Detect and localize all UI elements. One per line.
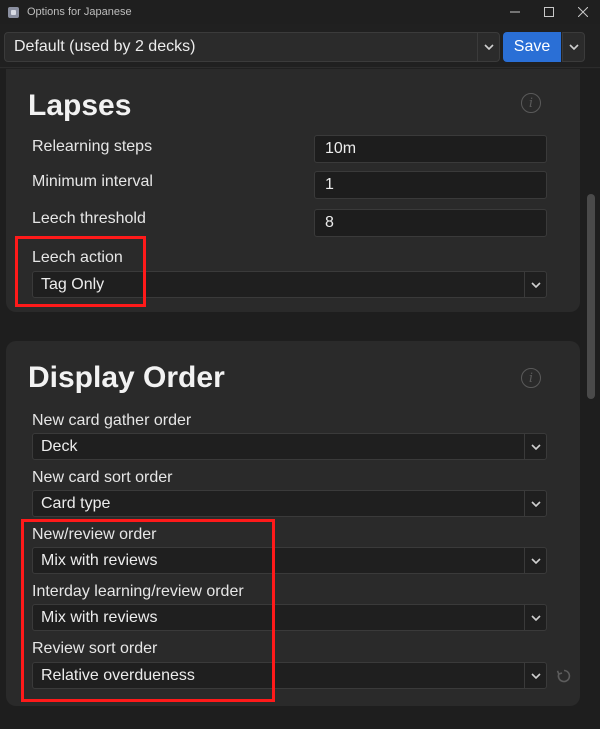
scrollbar-thumb[interactable] (587, 194, 595, 399)
save-options-button[interactable] (562, 32, 585, 62)
chevron-down-icon (568, 44, 579, 50)
new-card-gather-value: Deck (41, 437, 78, 455)
window-title: Options for Japanese (27, 6, 132, 18)
chevron-down-icon[interactable] (477, 33, 499, 61)
leech-threshold-label: Leech threshold (32, 210, 146, 227)
section-title-display-order: Display Order (28, 361, 225, 394)
new-card-sort-label: New card sort order (32, 469, 173, 486)
chevron-down-icon (524, 272, 546, 297)
chevron-down-icon (524, 605, 546, 630)
leech-threshold-input[interactable]: 8 (314, 209, 547, 237)
save-button[interactable]: Save (503, 32, 561, 62)
section-title-lapses: Lapses (28, 89, 132, 122)
maximize-icon (544, 7, 554, 17)
minimize-button[interactable] (498, 0, 532, 24)
relearning-steps-input[interactable]: 10m (314, 135, 547, 163)
relearning-steps-label: Relearning steps (32, 138, 153, 155)
minimum-interval-label: Minimum interval (32, 173, 153, 190)
toolbar: Default (used by 2 decks) Save (0, 24, 600, 68)
new-card-sort-select[interactable]: Card type (32, 490, 547, 517)
minimize-icon (510, 11, 520, 13)
title-bar: Options for Japanese (0, 0, 600, 24)
app-icon (8, 6, 19, 18)
minimum-interval-input[interactable]: 1 (314, 171, 547, 199)
chevron-down-icon (524, 491, 546, 516)
chevron-down-icon (524, 663, 546, 688)
chevron-down-icon (524, 548, 546, 573)
info-icon[interactable]: i (521, 368, 541, 388)
new-card-gather-label: New card gather order (32, 412, 192, 429)
window-controls (498, 0, 600, 24)
new-card-gather-select[interactable]: Deck (32, 433, 547, 460)
close-button[interactable] (566, 0, 600, 24)
preset-select-value: Default (used by 2 decks) (14, 38, 196, 55)
info-icon[interactable]: i (521, 93, 541, 113)
new-card-sort-value: Card type (41, 494, 111, 512)
highlight-leech-action (15, 236, 146, 307)
highlight-order-settings (21, 519, 275, 702)
preset-select[interactable]: Default (used by 2 decks) (4, 32, 500, 62)
revert-icon[interactable] (556, 668, 572, 684)
maximize-button[interactable] (532, 0, 566, 24)
chevron-down-icon (524, 434, 546, 459)
close-icon (578, 7, 588, 17)
